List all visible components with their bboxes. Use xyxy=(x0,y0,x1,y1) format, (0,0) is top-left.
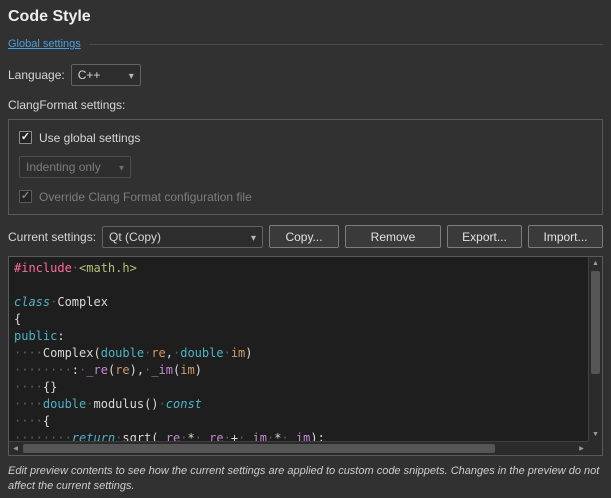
code-preview-editor[interactable]: #include·<math.h> class·Complex{public:·… xyxy=(8,256,603,456)
scroll-right-icon[interactable] xyxy=(575,442,588,455)
override-clang-format-checkbox: Override Clang Format configuration file xyxy=(19,189,592,204)
scroll-down-icon[interactable] xyxy=(589,428,602,441)
clangformat-settings-label: ClangFormat settings: xyxy=(8,98,603,113)
language-select[interactable]: C++ xyxy=(71,64,141,86)
scrollbar-corner xyxy=(588,441,602,455)
scroll-left-icon[interactable] xyxy=(9,442,22,455)
horizontal-scrollbar-thumb[interactable] xyxy=(23,444,495,453)
code-style-settings-page: Code Style Global settings Language: C++… xyxy=(8,8,603,495)
code-line[interactable]: #include·<math.h> xyxy=(14,260,586,277)
clangformat-groupbox: Use global settings Indenting only Overr… xyxy=(8,119,603,215)
header-separator-line xyxy=(89,44,603,45)
global-settings-row: Global settings xyxy=(8,36,603,52)
export-button[interactable]: Export... xyxy=(447,225,522,248)
code-line[interactable]: ········return·sqrt(_re·*·_re·+·_im·*·_i… xyxy=(14,430,586,441)
code-line[interactable]: ····double·modulus()·const xyxy=(14,396,586,413)
chevron-down-icon xyxy=(129,68,134,82)
scroll-up-icon[interactable] xyxy=(589,257,602,270)
language-select-value: C++ xyxy=(78,68,101,82)
code-line[interactable]: public: xyxy=(14,328,586,345)
checkbox-checked-icon xyxy=(19,190,32,203)
chevron-down-icon xyxy=(119,160,124,174)
checkbox-checked-icon[interactable] xyxy=(19,131,32,144)
global-settings-link[interactable]: Global settings xyxy=(8,38,81,50)
current-settings-select[interactable]: Qt (Copy) xyxy=(102,226,263,248)
remove-button[interactable]: Remove xyxy=(345,225,441,248)
use-global-settings-checkbox[interactable]: Use global settings xyxy=(19,130,592,145)
code-line[interactable]: { xyxy=(14,311,586,328)
current-settings-label: Current settings: xyxy=(8,230,96,244)
code-line[interactable]: ····{} xyxy=(14,379,586,396)
vertical-scrollbar[interactable] xyxy=(588,257,602,441)
code-line[interactable]: ········:·_re(re),·_im(im) xyxy=(14,362,586,379)
copy-button[interactable]: Copy... xyxy=(269,225,339,248)
code-lines[interactable]: #include·<math.h> class·Complex{public:·… xyxy=(14,260,586,441)
code-line[interactable] xyxy=(14,277,586,294)
clangformat-mode-select-value: Indenting only xyxy=(26,160,101,174)
language-row: Language: C++ xyxy=(8,64,603,86)
override-clang-format-label: Override Clang Format configuration file xyxy=(39,190,252,204)
code-line[interactable]: ····{ xyxy=(14,413,586,430)
current-settings-row: Current settings: Qt (Copy) Copy... Remo… xyxy=(8,225,603,248)
code-line[interactable]: class·Complex xyxy=(14,294,586,311)
horizontal-scrollbar[interactable] xyxy=(9,441,588,455)
vertical-scrollbar-thumb[interactable] xyxy=(591,271,600,374)
clangformat-mode-select: Indenting only xyxy=(19,156,131,178)
code-line[interactable]: ····Complex(double·re,·double·im) xyxy=(14,345,586,362)
language-label: Language: xyxy=(8,68,65,82)
use-global-settings-label: Use global settings xyxy=(39,131,140,145)
chevron-down-icon xyxy=(251,230,256,244)
footer-note: Edit preview contents to see how the cur… xyxy=(8,464,603,495)
current-settings-select-value: Qt (Copy) xyxy=(109,230,161,244)
page-title: Code Style xyxy=(8,8,603,26)
import-button[interactable]: Import... xyxy=(528,225,603,248)
